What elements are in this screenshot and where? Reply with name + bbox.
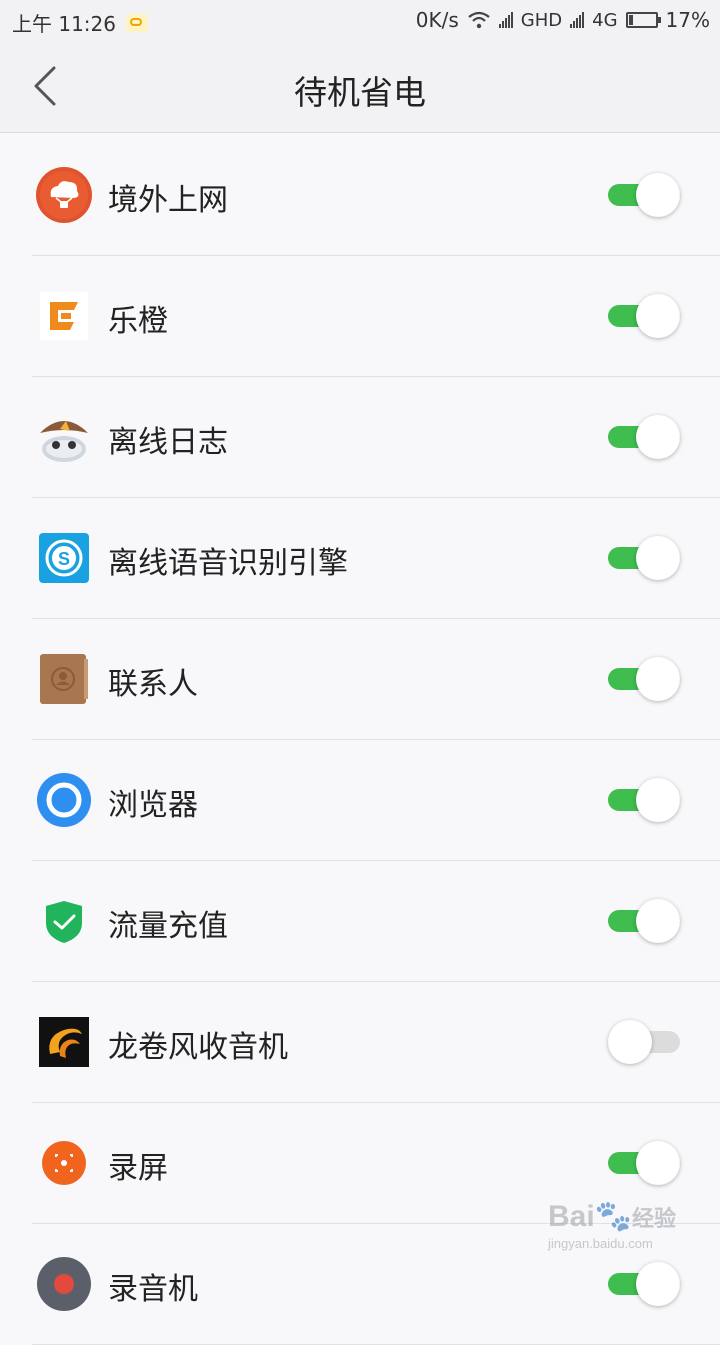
app-name: 境外上网 bbox=[108, 183, 228, 218]
status-right: 0K/s GHD 4G 17% bbox=[416, 8, 710, 32]
app-list: 境外上网 乐橙 离线日志 S 离线语音识别引擎 联系人 浏览器 流量充值 龙卷风… bbox=[0, 135, 720, 1345]
standby-toggle[interactable] bbox=[608, 1141, 680, 1185]
network-label-1: GHD bbox=[520, 9, 563, 31]
screen-record-icon bbox=[42, 1141, 86, 1185]
lechange-logo-icon bbox=[40, 292, 88, 340]
list-item: 龙卷风收音机 bbox=[0, 982, 720, 1103]
list-item: 流量充值 bbox=[0, 861, 720, 982]
list-item: 境外上网 bbox=[0, 135, 720, 256]
app-name: 联系人 bbox=[108, 667, 198, 702]
status-time: 上午 11:26 bbox=[12, 12, 116, 36]
shield-check-icon bbox=[46, 901, 82, 943]
standby-toggle[interactable] bbox=[608, 899, 680, 943]
contacts-book-icon bbox=[40, 654, 88, 704]
net-speed: 0K/s bbox=[415, 8, 459, 32]
list-item: 浏览器 bbox=[0, 740, 720, 861]
battery-fill bbox=[628, 15, 633, 25]
app-name: 离线日志 bbox=[108, 425, 228, 460]
toggle-knob bbox=[636, 657, 680, 701]
status-bar: 上午 11:26 0K/s GHD 4G 17% bbox=[0, 0, 720, 40]
svg-text:S: S bbox=[58, 549, 70, 569]
network-label-2: 4G bbox=[592, 9, 618, 31]
browser-ring-icon bbox=[37, 773, 91, 827]
watermark-brand-cn: 经验 bbox=[632, 1206, 677, 1231]
standby-toggle[interactable] bbox=[608, 294, 680, 338]
link-notification-icon bbox=[126, 13, 148, 32]
toggle-knob bbox=[608, 1020, 652, 1064]
standby-toggle[interactable] bbox=[608, 657, 680, 701]
battery-percent: 17% bbox=[665, 8, 710, 32]
app-name: 录音机 bbox=[108, 1272, 198, 1307]
tornado-radio-icon bbox=[39, 1017, 89, 1067]
toggle-knob bbox=[636, 294, 680, 338]
standby-toggle[interactable] bbox=[608, 415, 680, 459]
status-left: 上午 11:26 bbox=[12, 8, 148, 37]
app-header: 待机省电 bbox=[0, 40, 720, 133]
standby-toggle[interactable] bbox=[608, 173, 680, 217]
toggle-knob bbox=[636, 1141, 680, 1185]
app-name: 龙卷风收音机 bbox=[108, 1030, 288, 1065]
app-name: 录屏 bbox=[108, 1151, 168, 1186]
recorder-icon bbox=[37, 1257, 91, 1311]
list-item: 乐橙 bbox=[0, 256, 720, 377]
app-name: 流量充值 bbox=[108, 909, 228, 944]
cloud-balloon-icon bbox=[36, 167, 92, 223]
toggle-knob bbox=[636, 173, 680, 217]
mushroom-robot-icon bbox=[40, 421, 88, 462]
watermark-brand: Bai bbox=[548, 1200, 595, 1233]
battery-icon bbox=[625, 12, 661, 28]
standby-toggle[interactable] bbox=[608, 1020, 680, 1064]
list-item: 离线日志 bbox=[0, 377, 720, 498]
standby-toggle[interactable] bbox=[608, 778, 680, 822]
standby-toggle[interactable] bbox=[608, 536, 680, 580]
paw-icon: 🐾 bbox=[594, 1200, 633, 1233]
app-name: 乐橙 bbox=[108, 304, 168, 339]
app-name: 浏览器 bbox=[108, 788, 198, 823]
signal-1-icon bbox=[498, 12, 513, 28]
toggle-knob bbox=[636, 778, 680, 822]
toggle-knob bbox=[636, 536, 680, 580]
signal-2-icon bbox=[570, 12, 585, 28]
wifi-icon bbox=[468, 11, 490, 29]
watermark-url: jingyan.baidu.com bbox=[548, 1236, 653, 1251]
toggle-knob bbox=[636, 415, 680, 459]
list-item: S 离线语音识别引擎 bbox=[0, 498, 720, 619]
list-item: 联系人 bbox=[0, 619, 720, 740]
toggle-knob bbox=[636, 1262, 680, 1306]
page-title: 待机省电 bbox=[294, 73, 426, 112]
toggle-knob bbox=[636, 899, 680, 943]
standby-toggle[interactable] bbox=[608, 1262, 680, 1306]
baidu-watermark: Bai🐾经验 jingyan.baidu.com bbox=[548, 1200, 680, 1260]
speech-s-icon: S bbox=[39, 533, 89, 583]
app-name: 离线语音识别引擎 bbox=[108, 546, 348, 581]
